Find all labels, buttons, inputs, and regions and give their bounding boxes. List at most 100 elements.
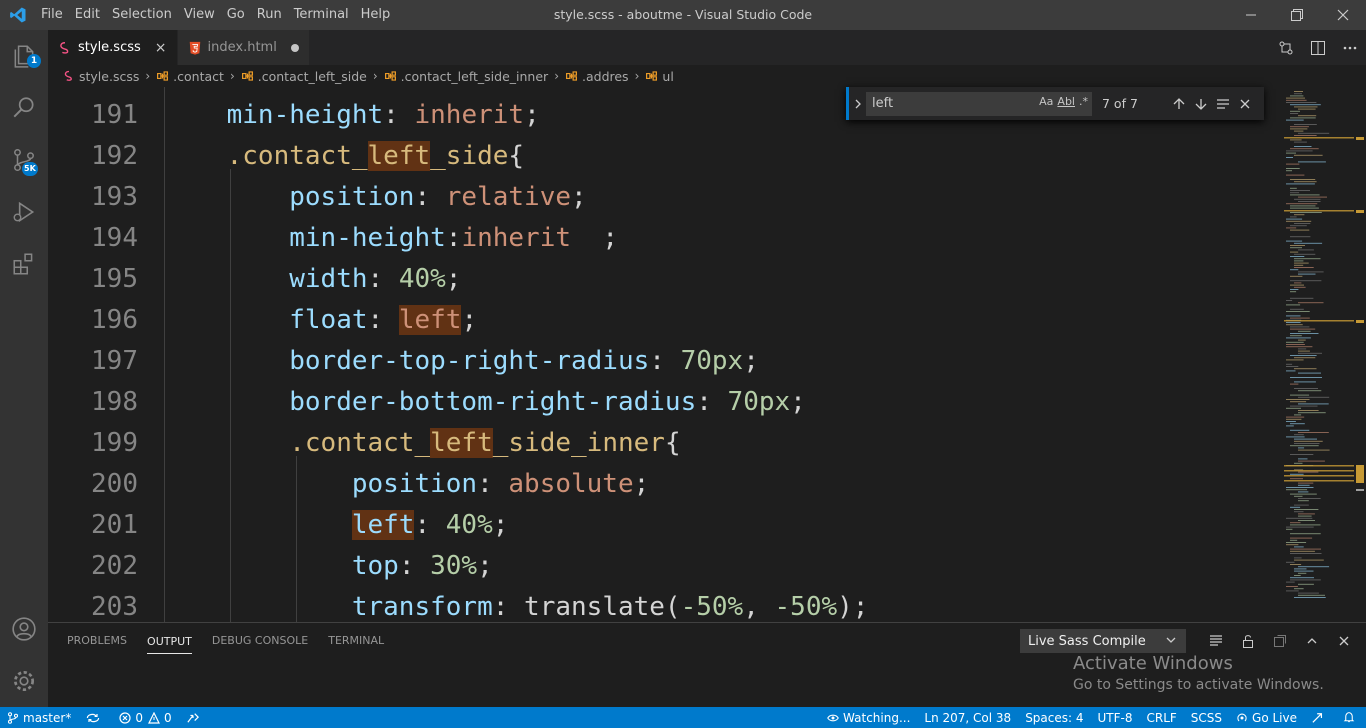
find-input[interactable]: left Aa Abl .* xyxy=(866,91,1092,116)
breadcrumb-item[interactable]: .contact_left_side › xyxy=(241,69,384,84)
breadcrumb-label: .addres xyxy=(582,68,629,84)
notifications-bell-icon[interactable] xyxy=(1336,707,1366,728)
tab-index-html[interactable]: index.html xyxy=(177,30,310,65)
clear-output-icon[interactable] xyxy=(1200,628,1232,654)
code-area[interactable]: min-height: inherit; .contact_left_side{… xyxy=(164,87,1304,622)
code-line[interactable]: position: absolute; xyxy=(164,464,649,505)
code-token: top xyxy=(351,551,399,581)
code-line[interactable]: border-bottom-right-radius: 70px; xyxy=(164,382,806,423)
regex-toggle[interactable]: .* xyxy=(1079,95,1088,108)
code-line[interactable]: transform: translate(-50%, -50%); xyxy=(164,587,869,622)
go-live-item[interactable]: Go Live xyxy=(1229,707,1304,728)
find-in-selection-icon[interactable] xyxy=(1212,92,1234,116)
match-whole-word-toggle[interactable]: Abl xyxy=(1057,95,1075,108)
code-line[interactable]: min-height: inherit; xyxy=(164,95,540,136)
lock-scroll-icon[interactable] xyxy=(1232,628,1264,654)
menu-selection[interactable]: Selection xyxy=(106,0,178,30)
source-control-icon[interactable]: 5K xyxy=(0,134,48,186)
code-line[interactable]: width: 40%; xyxy=(164,259,461,300)
live-share-icon[interactable] xyxy=(179,707,211,728)
minimap[interactable] xyxy=(1284,87,1354,622)
minimap-line xyxy=(1294,146,1312,147)
problems-item[interactable]: 0 0 xyxy=(112,707,178,728)
menu-edit[interactable]: Edit xyxy=(69,0,106,30)
vertical-scrollbar[interactable] xyxy=(1354,87,1366,622)
search-icon[interactable] xyxy=(0,82,48,134)
indentation-item[interactable]: Spaces: 4 xyxy=(1018,707,1090,728)
menu-view[interactable]: View xyxy=(178,0,221,30)
code-line[interactable]: border-top-right-radius: 70px; xyxy=(164,341,759,382)
minimap-line xyxy=(1298,482,1314,484)
restore-button[interactable] xyxy=(1274,0,1320,30)
code-token: : xyxy=(367,305,399,335)
minimize-button[interactable] xyxy=(1228,0,1274,30)
open-changes-icon[interactable] xyxy=(1270,30,1302,65)
find-result-count: 7 of 7 xyxy=(1102,96,1138,111)
breadcrumb: style.scss › .contact › .contact_left_si… xyxy=(48,65,1366,87)
match-case-toggle[interactable]: Aa xyxy=(1039,95,1053,108)
language-mode-item[interactable]: SCSS xyxy=(1184,707,1229,728)
menu-terminal[interactable]: Terminal xyxy=(288,0,355,30)
breadcrumb-item[interactable]: style.scss › xyxy=(63,69,156,84)
code-editor[interactable]: 191 192 193 194 195 196 197 198 199 200 201 202 203 … xyxy=(48,87,1366,622)
maximize-panel-chevron-up-icon[interactable] xyxy=(1296,628,1328,654)
eol-item[interactable]: CRLF xyxy=(1139,707,1183,728)
next-match-arrow-down-icon[interactable] xyxy=(1190,92,1212,116)
accounts-icon[interactable] xyxy=(0,603,48,655)
minimap-line xyxy=(1286,311,1310,312)
menu-help[interactable]: Help xyxy=(355,0,397,30)
modified-dot-icon[interactable] xyxy=(290,43,299,52)
extensions-icon[interactable] xyxy=(0,238,48,290)
chevron-right-icon: › xyxy=(145,69,151,83)
close-panel-icon[interactable] xyxy=(1328,628,1360,654)
breadcrumb-item[interactable]: ul xyxy=(645,69,674,84)
sass-watching-item[interactable]: Watching... xyxy=(820,707,917,728)
toggle-replace-chevron-icon[interactable] xyxy=(846,87,866,120)
tab-output[interactable]: OUTPUT xyxy=(147,628,192,654)
split-editor-icon[interactable] xyxy=(1302,30,1334,65)
minimap-line xyxy=(1286,581,1295,583)
sync-icon[interactable] xyxy=(78,707,112,728)
code-line[interactable]: left: 40%; xyxy=(164,505,508,546)
code-token: { xyxy=(508,141,525,171)
code-line[interactable]: min-height:inherit ; xyxy=(164,218,618,259)
minimap-line xyxy=(1294,557,1302,559)
run-debug-icon[interactable] xyxy=(0,186,48,238)
minimap-line xyxy=(1298,396,1330,398)
line-number: 196 xyxy=(91,305,138,335)
git-branch-item[interactable]: master* xyxy=(0,707,78,728)
open-output-in-editor-icon[interactable] xyxy=(1264,628,1296,654)
tab-problems[interactable]: PROBLEMS xyxy=(67,623,127,658)
tab-style-scss[interactable]: style.scss × xyxy=(48,30,178,65)
tab-terminal[interactable]: TERMINAL xyxy=(328,623,384,658)
menu-run[interactable]: Run xyxy=(251,0,288,30)
close-find-icon[interactable] xyxy=(1234,92,1256,116)
code-line[interactable]: float: left; xyxy=(164,300,477,341)
warning-count: 0 xyxy=(163,710,172,725)
code-line[interactable]: .contact_left_side{ xyxy=(164,136,524,177)
code-token: 70px xyxy=(727,387,791,417)
previous-match-arrow-up-icon[interactable] xyxy=(1168,92,1190,116)
minimap-line xyxy=(1290,539,1298,541)
code-line[interactable]: position: relative; xyxy=(164,177,586,218)
encoding-item[interactable]: UTF-8 xyxy=(1091,707,1140,728)
breadcrumb-item[interactable]: .contact › xyxy=(156,69,241,84)
close-tab-icon[interactable]: × xyxy=(155,40,167,56)
menu-file[interactable]: File xyxy=(35,0,69,30)
explorer-icon[interactable]: 1 xyxy=(0,30,48,82)
manage-gear-icon[interactable] xyxy=(0,655,48,707)
feedback-icon[interactable] xyxy=(1304,707,1336,728)
code-line[interactable]: top: 30%; xyxy=(164,546,493,587)
minimap-line xyxy=(1294,588,1304,590)
tab-debug-console[interactable]: DEBUG CONSOLE xyxy=(212,623,308,658)
breadcrumb-item[interactable]: .contact_left_side_inner › xyxy=(384,69,565,84)
minimap-line xyxy=(1290,355,1317,356)
close-window-button[interactable] xyxy=(1320,0,1366,30)
output-channel-select[interactable]: Live Sass Compile xyxy=(1020,629,1186,653)
minimap-line xyxy=(1298,484,1310,486)
menu-go[interactable]: Go xyxy=(221,0,251,30)
cursor-position-item[interactable]: Ln 207, Col 38 xyxy=(917,707,1018,728)
more-actions-icon[interactable] xyxy=(1334,30,1366,65)
breadcrumb-item[interactable]: .addres › xyxy=(565,69,645,84)
code-line[interactable]: .contact_left_side_inner{ xyxy=(164,423,681,464)
